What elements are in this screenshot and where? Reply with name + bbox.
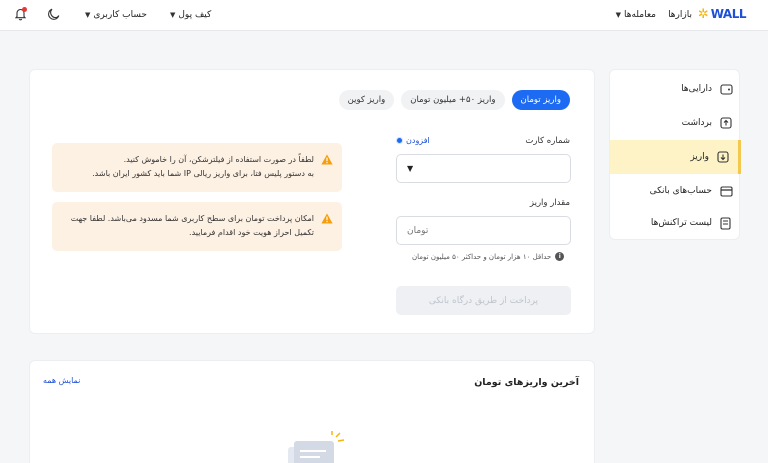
card-number-label: شماره کارت [525,136,570,146]
chevron-down-icon: ▼ [170,11,176,19]
wallet-menu-label: کیف پول [178,10,212,20]
sidebar-item-label: واریز [690,152,709,162]
empty-state-illustration-icon [280,431,350,463]
chevron-down-icon: ▼ [85,11,91,19]
alert-text: لطفاً در صورت استفاده از فیلترشکن، آن را… [123,155,314,164]
add-card-label: افزودن [406,136,430,145]
chevron-down-icon: ▼ [407,164,414,173]
amount-label: مقدار واریز [529,198,570,208]
sidebar-item-deposit[interactable]: واریز [610,140,741,174]
add-icon [396,137,403,144]
chevron-down-icon: ▼ [615,11,621,19]
top-bar: ✲ WALL بازارها ▼ معامله‌ها ▼ کیف پول ▼ حساب… [0,0,768,31]
amount-hint: i حداقل ۱۰ هزار تومان و حداکثر ۵۰ میلیون… [412,252,565,261]
receipt-icon [719,216,733,230]
alert-text: به دستور پلیس فتا، برای واریز ریالی IP ش… [92,169,314,178]
deposit-tabs: واریز تومان واریز ۵۰+ میلیون تومان واریز… [338,90,570,110]
logo-text: WALL [710,7,747,21]
sidebar-item-bank-accounts[interactable]: حساب‌های بانکی [610,174,741,208]
deposit-card: واریز تومان واریز ۵۰+ میلیون تومان واریز… [29,69,595,334]
card-number-select[interactable]: ▼ [396,154,571,183]
add-card-link[interactable]: افزودن [396,136,430,145]
wallet-icon [719,82,733,96]
vpn-warning-alert: لطفاً در صورت استفاده از فیلترشکن، آن را… [52,143,342,192]
notification-dot [22,7,27,12]
tab-coin-deposit[interactable]: واریز کوین [338,90,395,110]
warning-icon [321,213,333,229]
nav-trades[interactable]: ▼ معامله‌ها [616,9,656,21]
logo-star-icon: ✲ [697,6,709,22]
sidebar: دارایی‌ها برداشت واریز حساب‌های بانکی لی… [609,69,741,240]
alert-text: تکمیل احراز هویت خود اقدام فرمایید. [189,228,314,237]
show-all-link[interactable]: نمایش همه [43,376,80,385]
sidebar-item-label: برداشت [681,118,712,128]
recent-deposits-card: آخرین واریزهای تومان نمایش همه [29,360,595,463]
card-icon [719,184,733,198]
amount-input[interactable] [396,216,571,245]
warning-icon [321,154,333,170]
nav-markets[interactable]: بازارها [668,9,692,21]
amount-hint-text: حداقل ۱۰ هزار تومان و حداکثر ۵۰ میلیون ت… [412,252,552,261]
account-menu[interactable]: ▼ حساب کاربری [85,9,147,21]
pay-gateway-button[interactable]: پرداخت از طریق درگاه بانکی [396,286,571,315]
sidebar-item-label: حساب‌های بانکی [649,186,712,196]
logo[interactable]: ✲ WALL [697,6,747,22]
sidebar-item-withdraw[interactable]: برداشت [610,106,741,140]
kyc-warning-alert: امکان پرداخت تومان برای سطح کاربری شما م… [52,202,342,251]
info-icon: i [555,252,565,261]
moon-icon[interactable] [47,7,61,24]
alert-text: امکان پرداخت تومان برای سطح کاربری شما م… [70,214,314,223]
recent-deposits-title: آخرین واریزهای تومان [474,377,579,388]
sidebar-item-label: لیست تراکنش‌ها [650,218,712,228]
account-menu-label: حساب کاربری [93,10,147,20]
tab-toman-deposit[interactable]: واریز تومان [511,90,570,110]
wallet-menu[interactable]: ▼ کیف پول [170,9,211,21]
sidebar-item-label: دارایی‌ها [681,84,712,94]
tab-large-deposit[interactable]: واریز ۵۰+ میلیون تومان [401,90,505,110]
nav-trades-label: معامله‌ها [623,10,656,20]
sidebar-item-transactions[interactable]: لیست تراکنش‌ها [610,206,741,240]
download-icon [716,150,730,164]
sidebar-item-assets[interactable]: دارایی‌ها [610,72,741,106]
upload-icon [719,116,733,130]
